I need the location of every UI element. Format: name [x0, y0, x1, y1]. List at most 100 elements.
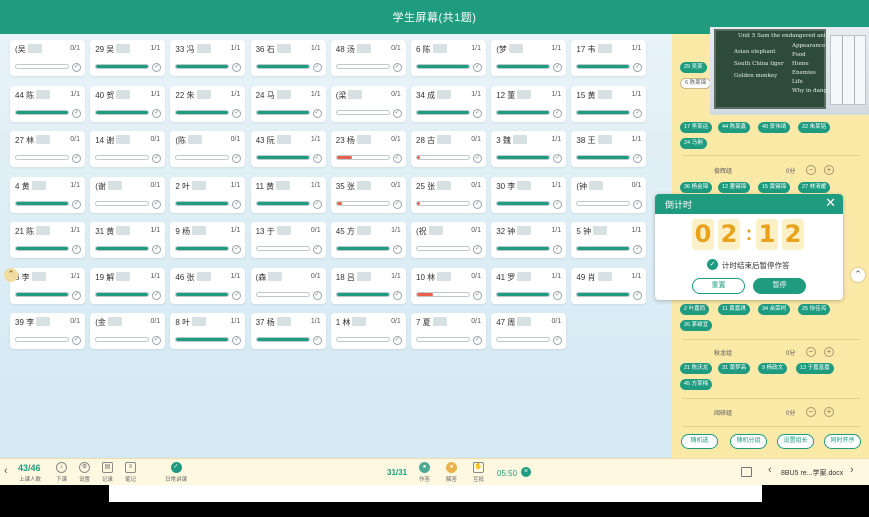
student-card[interactable]: 8 叶 1/1 ✓: [170, 313, 246, 349]
student-card[interactable]: 1 林 0/1 ✓: [330, 313, 406, 349]
student-card[interactable]: 3 魏 1/1 ✓: [491, 131, 567, 167]
student-card[interactable]: 30 李 1/1 ✓: [491, 176, 567, 213]
group-chip[interactable]: 26 茅颖宜: [680, 320, 713, 331]
student-card[interactable]: 6 李 1/1 ✓: [10, 267, 85, 304]
document-name[interactable]: 8BU5 re...学案.docx: [781, 468, 843, 478]
group-chip[interactable]: 24 马俐: [680, 138, 707, 149]
student-card[interactable]: 43 阮 1/1 ✓: [250, 131, 326, 167]
plus-icon[interactable]: +: [824, 347, 834, 357]
student-card[interactable]: 29 吴 1/1 ✓: [90, 40, 166, 76]
group-chip[interactable]: 9 杨政文: [758, 363, 788, 374]
student-card[interactable]: 44 陈 1/1 ✓: [10, 85, 85, 122]
student-card[interactable]: 10 林 0/1 ✓: [411, 267, 486, 304]
student-card[interactable]: (陈 0/1 ✓: [170, 131, 246, 167]
group-chip[interactable]: 13 于嘉富嘉: [796, 363, 834, 374]
student-card[interactable]: 17 韦 1/1 ✓: [571, 40, 647, 76]
student-card[interactable]: 27 林 0/1 ✓: [10, 131, 85, 167]
random-group-button[interactable]: 随机分组: [730, 434, 767, 449]
student-card[interactable]: (森 0/1 ✓: [250, 267, 326, 304]
student-card[interactable]: 25 张 0/1 ✓: [411, 176, 486, 213]
student-card[interactable]: 9 杨 1/1 ✓: [170, 222, 246, 258]
student-card[interactable]: 38 王 1/1 ✓: [571, 131, 647, 167]
student-card[interactable]: 37 杨 1/1 ✓: [250, 313, 326, 349]
student-card[interactable]: 32 钟 1/1 ✓: [491, 222, 567, 258]
end-class-button[interactable]: ♪ 下课: [56, 462, 67, 483]
student-card[interactable]: (钟 0/1 ✓: [571, 176, 647, 213]
student-card[interactable]: (金 0/1 ✓: [90, 313, 166, 349]
student-card[interactable]: 36 石 1/1 ✓: [250, 40, 326, 76]
student-card[interactable]: (梦 1/1 ✓: [491, 40, 567, 76]
student-card[interactable]: (祝 0/1 ✓: [411, 222, 486, 258]
student-card[interactable]: (谢 0/1 ✓: [90, 176, 166, 213]
group-chip[interactable]: 44 陈某鑫: [718, 122, 751, 133]
explain-button[interactable]: ● 解答: [446, 462, 457, 483]
pause-button[interactable]: 暂停: [753, 278, 806, 294]
minus-icon[interactable]: −: [806, 165, 816, 175]
reset-button[interactable]: 重置: [692, 278, 745, 294]
student-card[interactable]: 45 方 1/1 ✓: [330, 222, 406, 258]
student-card[interactable]: 49 肖 1/1 ✓: [571, 267, 647, 304]
student-card[interactable]: 28 古 0/1 ✓: [411, 131, 486, 167]
notes-button[interactable]: ≡ 笔记: [125, 462, 136, 483]
student-card[interactable]: 46 张 1/1 ✓: [170, 267, 246, 304]
window-icon[interactable]: [741, 467, 752, 477]
student-card[interactable]: 7 夏 0/1 ✓: [411, 313, 486, 349]
chevron-right-icon[interactable]: ›: [850, 464, 854, 476]
student-card[interactable]: 35 张 0/1 ✓: [330, 176, 406, 213]
plus-icon[interactable]: +: [824, 407, 834, 417]
student-card[interactable]: 41 罗 1/1 ✓: [491, 267, 567, 304]
student-card[interactable]: (吴 0/1 ✓: [10, 40, 85, 76]
collapse-right-button[interactable]: ⌃: [851, 268, 865, 282]
group-chip[interactable]: 17 李某运: [680, 122, 713, 133]
student-card[interactable]: 12 董 1/1 ✓: [491, 85, 567, 122]
peer-review-button[interactable]: ✋ 互批: [473, 462, 484, 483]
group-chip[interactable]: 29 吴某: [680, 62, 707, 73]
student-card[interactable]: 48 汤 0/1 ✓: [330, 40, 406, 76]
group-chip[interactable]: 36 杨金锦: [680, 182, 713, 193]
student-card[interactable]: 31 黄 1/1 ✓: [90, 222, 166, 258]
student-card[interactable]: 39 李 0/1 ✓: [10, 313, 85, 349]
group-chip[interactable]: 2 叶嘉而: [680, 304, 710, 315]
student-card[interactable]: 21 陈 1/1 ✓: [10, 222, 85, 258]
group-chip[interactable]: 40 贺伟琦: [758, 122, 791, 133]
group-chip[interactable]: 34 余荣柯: [758, 304, 791, 315]
plus-icon[interactable]: +: [824, 165, 834, 175]
group-chip[interactable]: 45 方某梅: [680, 379, 713, 390]
student-card[interactable]: 15 黄 1/1 ✓: [571, 85, 647, 122]
group-chip[interactable]: 31 黄梦高: [718, 363, 751, 374]
records-button[interactable]: ▤ 记录: [102, 462, 113, 483]
student-card[interactable]: 6 陈 1/1 ✓: [411, 40, 486, 76]
group-chip[interactable]: 22 朱某铭: [798, 122, 831, 133]
minus-icon[interactable]: −: [806, 407, 816, 417]
answer-button[interactable]: ● 作答: [419, 462, 430, 483]
close-icon[interactable]: ✕: [825, 196, 836, 210]
student-card[interactable]: 47 周 0/1 ✓: [491, 313, 567, 349]
chevron-left-icon[interactable]: ‹: [4, 465, 8, 477]
student-card[interactable]: 22 朱 1/1 ✓: [170, 85, 246, 122]
group-chip[interactable]: 12 董锡锦: [718, 182, 751, 193]
group-chip[interactable]: 6 陈某锦: [680, 78, 712, 89]
student-card[interactable]: 14 谢 0/1 ✓: [90, 131, 166, 167]
student-card[interactable]: 33 冯 1/1 ✓: [170, 40, 246, 76]
student-card[interactable]: 13 于 0/1 ✓: [250, 222, 326, 258]
student-card[interactable]: 11 黄 1/1 ✓: [250, 176, 326, 213]
student-card[interactable]: 5 钟 1/1 ✓: [571, 222, 647, 258]
student-card[interactable]: 18 吕 1/1 ✓: [330, 267, 406, 304]
minus-icon[interactable]: −: [806, 347, 816, 357]
group-chip[interactable]: 25 徐佳鸿: [798, 304, 831, 315]
sequence-button[interactable]: 同时开序: [824, 434, 861, 449]
close-icon[interactable]: ×: [521, 467, 531, 477]
group-chip[interactable]: 11 黄嘉琪: [718, 304, 750, 315]
student-card[interactable]: 2 叶 1/1 ✓: [170, 176, 246, 213]
chevron-left-icon[interactable]: ‹: [768, 464, 772, 476]
student-card[interactable]: 24 马 1/1 ✓: [250, 85, 326, 122]
quiz-button[interactable]: ✓ 日常讲课: [165, 462, 187, 483]
random-pick-button[interactable]: 随机选: [681, 434, 718, 449]
student-card[interactable]: (梁 0/1 ✓: [330, 85, 406, 122]
checkbox-checked-icon[interactable]: ✓: [707, 259, 718, 270]
collapse-left-button[interactable]: ⌃: [4, 268, 18, 282]
group-chip[interactable]: 21 陈沃龙: [680, 363, 713, 374]
group-chip[interactable]: 27 林清媛: [798, 182, 831, 193]
student-card[interactable]: 19 解 1/1 ✓: [90, 267, 166, 304]
student-card[interactable]: 40 贺 1/1 ✓: [90, 85, 166, 122]
